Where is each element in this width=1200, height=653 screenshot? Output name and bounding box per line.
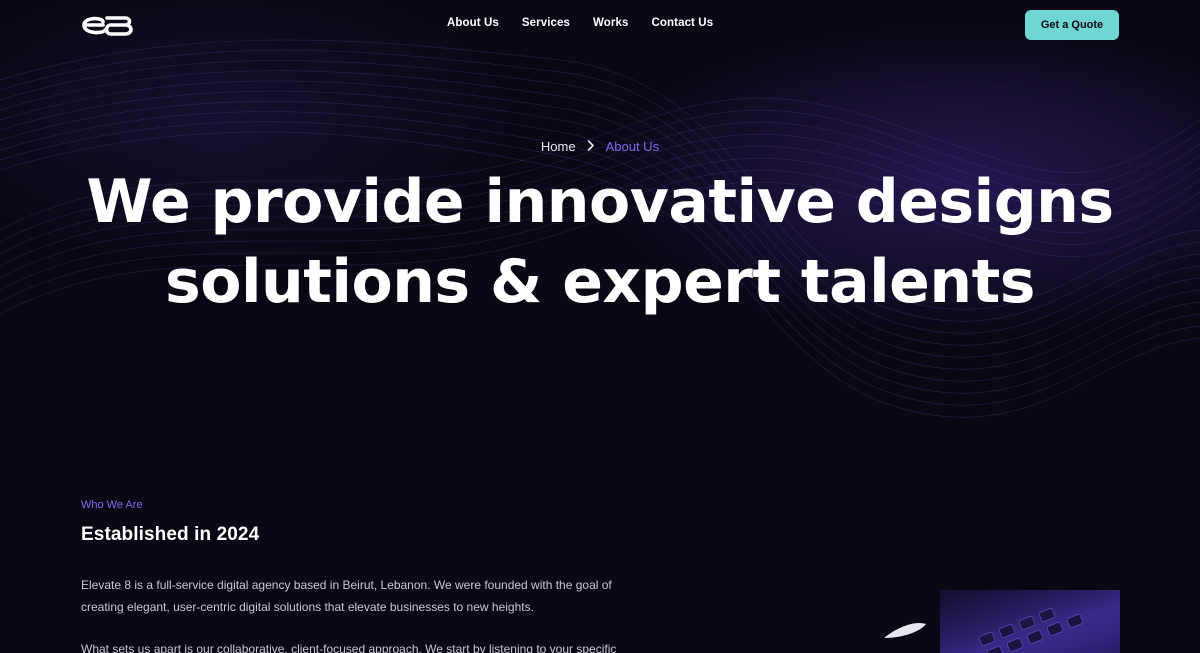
nav-about-us[interactable]: About Us [447, 17, 499, 29]
about-paragraph-1: Elevate 8 is a full-service digital agen… [81, 574, 661, 618]
page: About Us Services Works Contact Us Get a… [0, 0, 1200, 653]
hero-title: We provide innovative designs solutions … [0, 162, 1200, 322]
about-paragraph-1-line-2: creating elegant, user-centric digital s… [81, 600, 534, 614]
get-a-quote-button[interactable]: Get a Quote [1025, 10, 1119, 40]
logo[interactable] [81, 12, 137, 38]
laptop-image [880, 590, 1120, 653]
hero-title-line-1: We provide innovative designs [86, 167, 1114, 237]
breadcrumb-home[interactable]: Home [541, 139, 576, 154]
site-header: About Us Services Works Contact Us Get a… [0, 0, 1200, 50]
breadcrumb: Home About Us [0, 139, 1200, 154]
nav-works[interactable]: Works [593, 17, 628, 29]
nav-contact-us[interactable]: Contact Us [651, 17, 713, 29]
logo-mark [82, 16, 133, 36]
about-paragraph-1-line-1: Elevate 8 is a full-service digital agen… [81, 578, 612, 592]
nav-services[interactable]: Services [522, 17, 570, 29]
section-eyebrow: Who We Are [81, 499, 143, 511]
main-nav: About Us Services Works Contact Us [447, 17, 713, 29]
chevron-right-icon [586, 139, 596, 154]
breadcrumb-current: About Us [605, 139, 660, 154]
section-title: Established in 2024 [81, 524, 260, 545]
hero-title-line-2: solutions & expert talents [165, 247, 1035, 317]
about-paragraph-2: What sets us apart is our collaborative,… [81, 642, 617, 653]
